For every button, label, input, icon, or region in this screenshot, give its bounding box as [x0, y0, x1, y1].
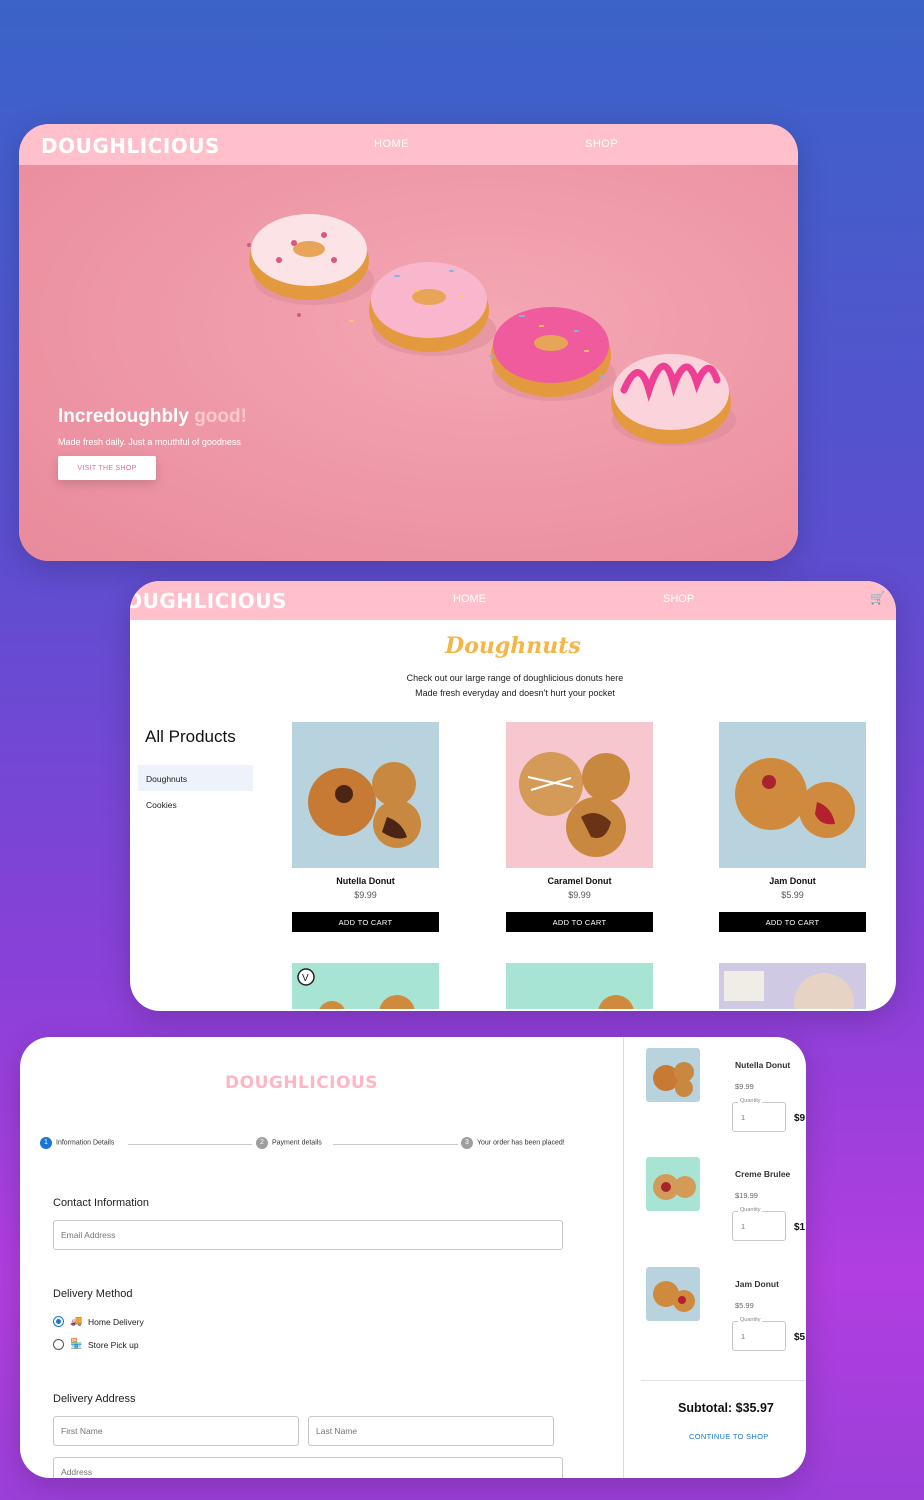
quantity-input[interactable]: Quantity 1: [732, 1207, 786, 1241]
cart-item-total: $1: [794, 1222, 806, 1233]
summary-divider: [641, 1380, 806, 1381]
cart-item-image: [646, 1267, 700, 1321]
shop-description-line: Check out our large range of doughliciou…: [406, 673, 624, 683]
quantity-value: 1: [741, 1222, 746, 1231]
cart-item-price: $9.99: [735, 1082, 754, 1091]
shop-title: Doughnuts: [445, 633, 581, 659]
add-to-cart-button[interactable]: ADD TO CART: [506, 912, 653, 932]
hero-headline-main: Incredoughbly: [58, 406, 189, 427]
product-name: Jam Donut: [769, 876, 816, 886]
product-image[interactable]: [719, 963, 866, 1009]
email-input[interactable]: [53, 1220, 563, 1250]
cart-item: Jam Donut $5.99 Quantity 1 $5: [646, 1267, 806, 1359]
quantity-label: Quantity: [738, 1098, 763, 1104]
cart-item-total: $9: [794, 1113, 806, 1124]
hero-headline-accent: good!: [194, 406, 247, 427]
product-price: $9.99: [354, 890, 377, 900]
first-name-input[interactable]: [53, 1416, 299, 1446]
step-label: Information Details: [56, 1139, 115, 1147]
cart-item-price: $5.99: [735, 1301, 754, 1310]
hero-donut-illustration: [19, 165, 798, 561]
cart-item: Creme Brulee $19.99 Quantity 1 $1: [646, 1157, 806, 1249]
cart-item-name: Creme Brulee: [735, 1169, 791, 1179]
product-image[interactable]: V: [292, 963, 439, 1009]
delivery-option-label: Store Pick up: [88, 1339, 139, 1350]
subtotal: Subtotal: $35.97: [678, 1401, 774, 1415]
categories-title: All Products: [145, 727, 236, 746]
product-image[interactable]: [506, 722, 653, 868]
quantity-value: 1: [741, 1332, 746, 1341]
radio-unselected-icon[interactable]: [53, 1339, 64, 1350]
contact-title: Contact Information: [53, 1197, 149, 1209]
shop-description-line: Made fresh everyday and doesn't hurt you…: [415, 688, 615, 698]
hero-subtitle: Made fresh daily. Just a mouthful of goo…: [58, 437, 241, 447]
brand-logo[interactable]: DOUGHLICIOUS: [225, 1073, 378, 1093]
vegan-badge-icon: V: [302, 973, 309, 984]
brand-logo[interactable]: DOUGHLICIOUS: [41, 134, 220, 158]
cart-item-name: Nutella Donut: [735, 1060, 791, 1070]
add-to-cart-button[interactable]: ADD TO CART: [719, 912, 866, 932]
step-information: 1 Information Details: [40, 1137, 114, 1149]
last-name-input[interactable]: [308, 1416, 554, 1446]
cart-item: Nutella Donut $9.99 Quantity 1 $9: [646, 1048, 806, 1140]
step-payment: 2 Payment details: [256, 1137, 322, 1149]
delivery-option-home[interactable]: 🚚 Home Delivery: [53, 1316, 144, 1327]
nav-shop-link[interactable]: SHOP: [585, 138, 618, 150]
nav-shop-link[interactable]: SHOP: [663, 593, 694, 605]
step-label: Your order has been placed!: [477, 1139, 565, 1147]
product-card: Nutella Donut $9.99 ADD TO CART: [292, 722, 439, 932]
brand-logo[interactable]: DOUGHLICIOUS: [130, 589, 287, 613]
cart-item-image: [646, 1157, 700, 1211]
shop-description: Check out our large range of doughliciou…: [130, 671, 896, 701]
step-order-placed: 3 Your order has been placed!: [461, 1137, 565, 1149]
address-title: Delivery Address: [53, 1393, 136, 1405]
product-card: Caramel Donut $9.99 ADD TO CART: [506, 722, 653, 932]
continue-to-shop-link[interactable]: CONTINUE TO SHOP: [689, 1432, 769, 1441]
hero-screenshot: DOUGHLICIOUS HOME SHOP Incredoughbly goo…: [19, 124, 798, 561]
step-number: 3: [461, 1137, 473, 1149]
checkout-screenshot: DOUGHLICIOUS 1 Information Details 2 Payme…: [20, 1037, 806, 1478]
product-image[interactable]: [719, 722, 866, 868]
delivery-title: Delivery Method: [53, 1288, 133, 1300]
step-label: Payment details: [272, 1139, 322, 1147]
cart-item-total: $5: [794, 1332, 806, 1343]
checkout-divider: [623, 1037, 624, 1478]
delivery-option-label: Home Delivery: [88, 1316, 144, 1327]
cart-item-name: Jam Donut: [735, 1279, 779, 1289]
product-image[interactable]: [506, 963, 653, 1009]
category-doughnuts[interactable]: Doughnuts: [138, 765, 253, 791]
quantity-value: 1: [741, 1113, 746, 1122]
quantity-label: Quantity: [738, 1207, 763, 1213]
cart-item-image: [646, 1048, 700, 1102]
shop-navbar: DOUGHLICIOUS HOME SHOP 🛒: [130, 581, 896, 620]
quantity-input[interactable]: Quantity 1: [732, 1098, 786, 1132]
nav-home-link[interactable]: HOME: [453, 593, 486, 605]
step-connector: [333, 1144, 458, 1145]
step-connector: [128, 1144, 252, 1145]
category-cookies[interactable]: Cookies: [138, 791, 253, 817]
product-image[interactable]: [292, 722, 439, 868]
nav-home-link[interactable]: HOME: [374, 138, 409, 150]
product-price: $9.99: [568, 890, 591, 900]
quantity-input[interactable]: Quantity 1: [732, 1317, 786, 1351]
add-to-cart-button[interactable]: ADD TO CART: [292, 912, 439, 932]
radio-selected-icon[interactable]: [53, 1316, 64, 1327]
product-name: Caramel Donut: [547, 876, 612, 886]
product-name: Nutella Donut: [336, 876, 395, 886]
hero-navbar: DOUGHLICIOUS HOME SHOP: [19, 124, 798, 165]
delivery-option-pickup[interactable]: 🏪 Store Pick up: [53, 1339, 139, 1350]
cart-item-price: $19.99: [735, 1191, 758, 1200]
store-icon: 🏪: [70, 1339, 83, 1350]
address-input[interactable]: [53, 1457, 563, 1478]
shop-screenshot: DOUGHLICIOUS HOME SHOP 🛒 Doughnuts Check…: [130, 581, 896, 1011]
product-price: $5.99: [781, 890, 804, 900]
step-number: 2: [256, 1137, 268, 1149]
hero-headline: Incredoughbly good!: [58, 406, 247, 428]
visit-shop-button[interactable]: VISIT THE SHOP: [58, 456, 156, 480]
product-card: Jam Donut $5.99 ADD TO CART: [719, 722, 866, 932]
cart-icon[interactable]: 🛒: [870, 591, 885, 605]
truck-icon: 🚚: [70, 1316, 83, 1327]
step-number: 1: [40, 1137, 52, 1149]
quantity-label: Quantity: [738, 1317, 763, 1323]
